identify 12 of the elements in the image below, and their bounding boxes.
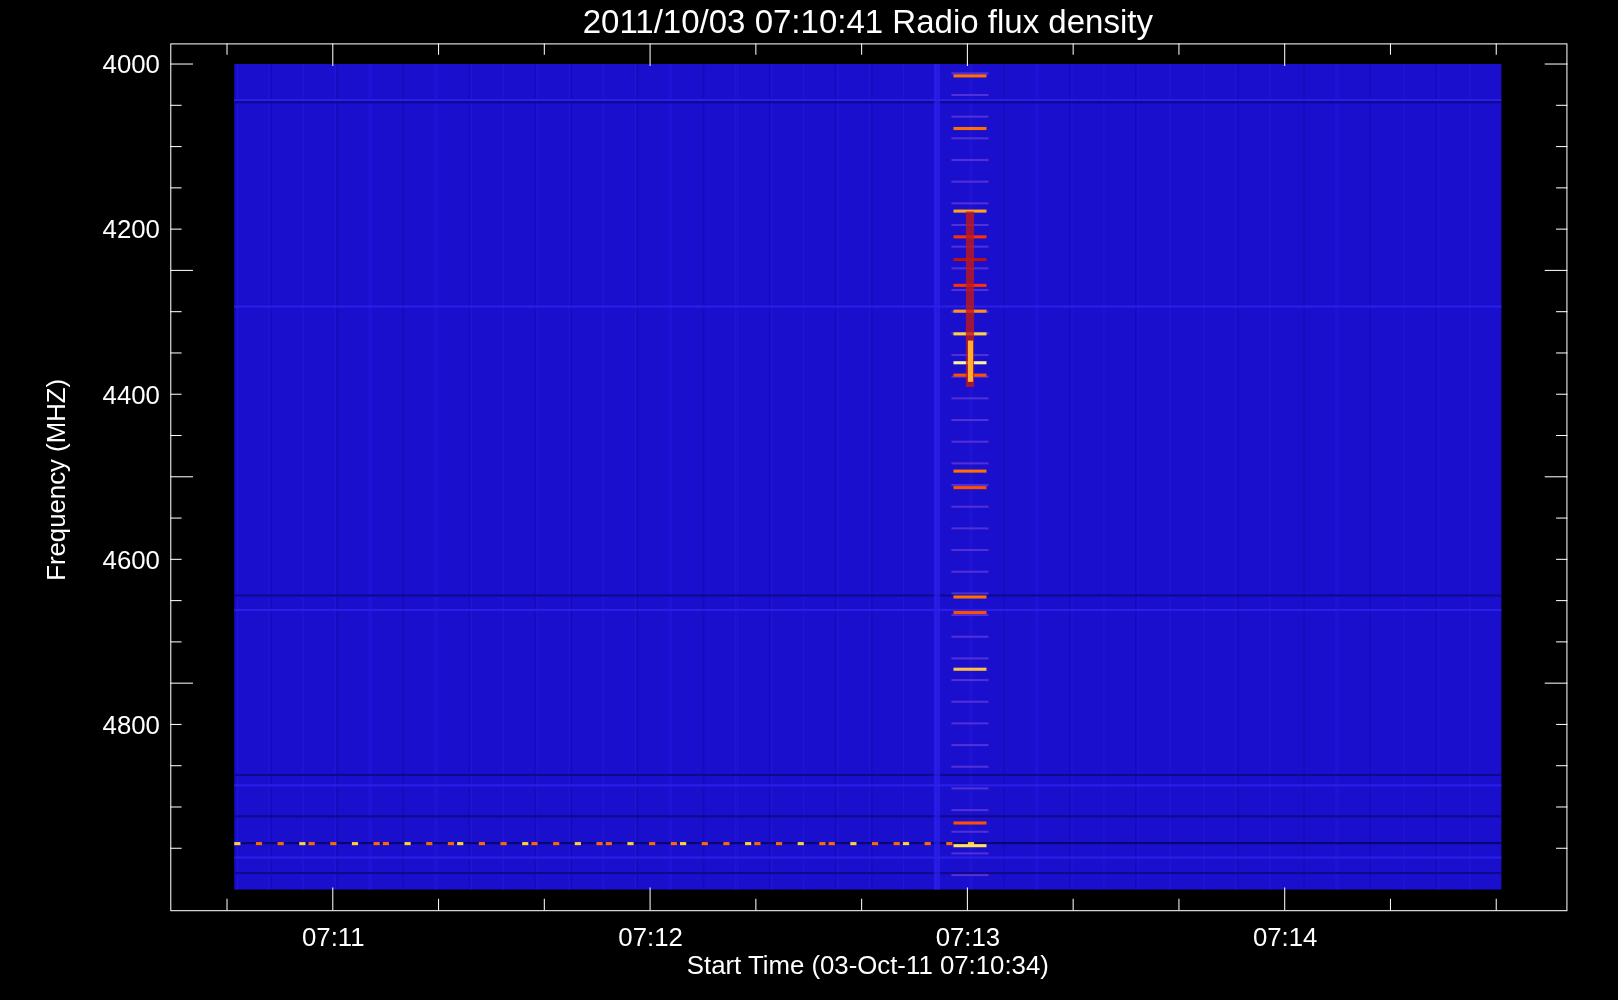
x-tick-label: 07:13 (935, 923, 1001, 952)
y-axis-label: Frequency (MHZ) (42, 378, 70, 581)
y-tick-label: 4200 (102, 215, 160, 244)
x-tick-label: 07:11 (302, 923, 365, 952)
x-tick-label: 07:12 (618, 923, 683, 952)
y-tick-label: 4600 (102, 545, 160, 574)
y-tick-label: 4400 (102, 380, 160, 409)
y-tick-label: 4000 (102, 50, 160, 79)
x-axis-label: Start Time (03-Oct-11 07:10:34) (686, 951, 1049, 980)
y-tick-label: 4800 (102, 710, 160, 739)
x-tick-label: 07:14 (1252, 923, 1318, 952)
chart-title: 2011/10/03 07:10:41 Radio flux density (582, 3, 1153, 41)
